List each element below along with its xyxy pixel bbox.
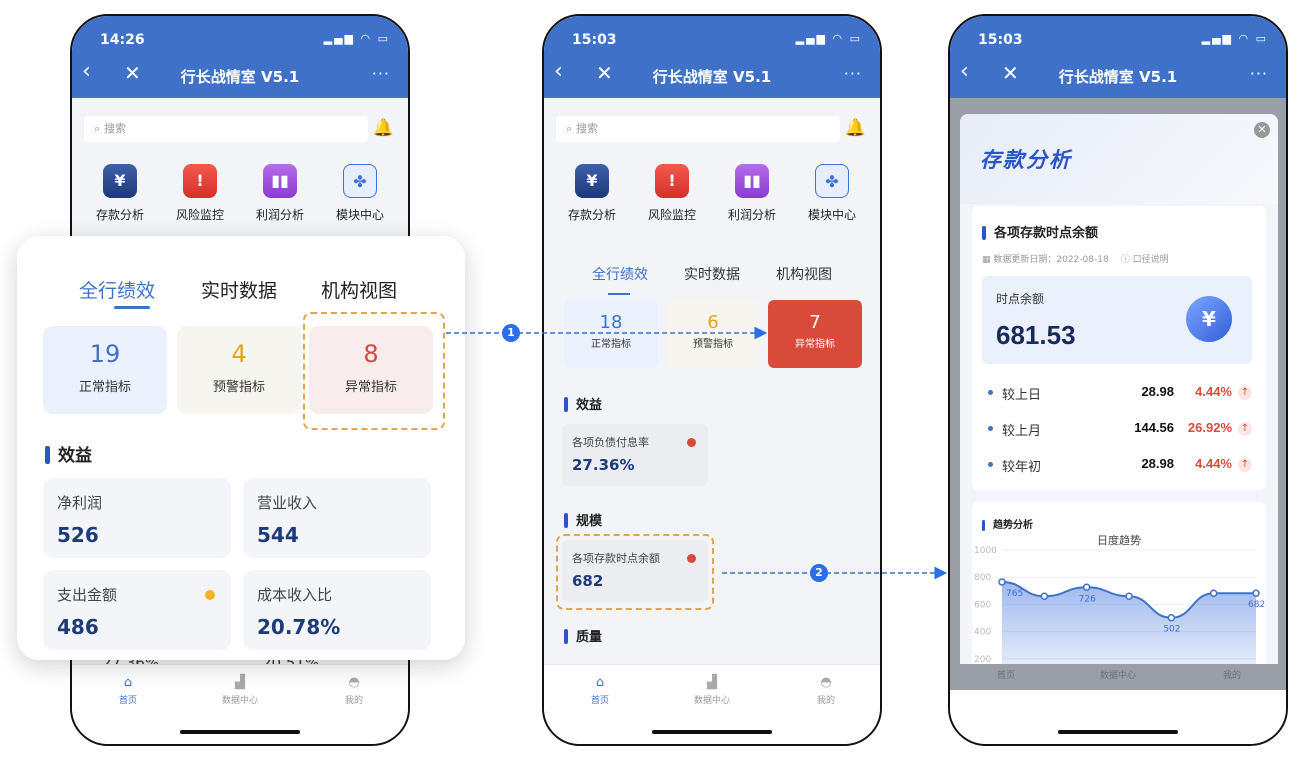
step-badge-2: 2 bbox=[810, 564, 828, 582]
stage: 14:26 ▂▄▆ ◠ ▭ ‹ ✕ 行长战情室 V5.1 ··· ⌕ 搜索 🔔 ¥… bbox=[0, 0, 1302, 758]
step-badge-1: 1 bbox=[502, 324, 520, 342]
flow-arrows bbox=[446, 326, 948, 580]
